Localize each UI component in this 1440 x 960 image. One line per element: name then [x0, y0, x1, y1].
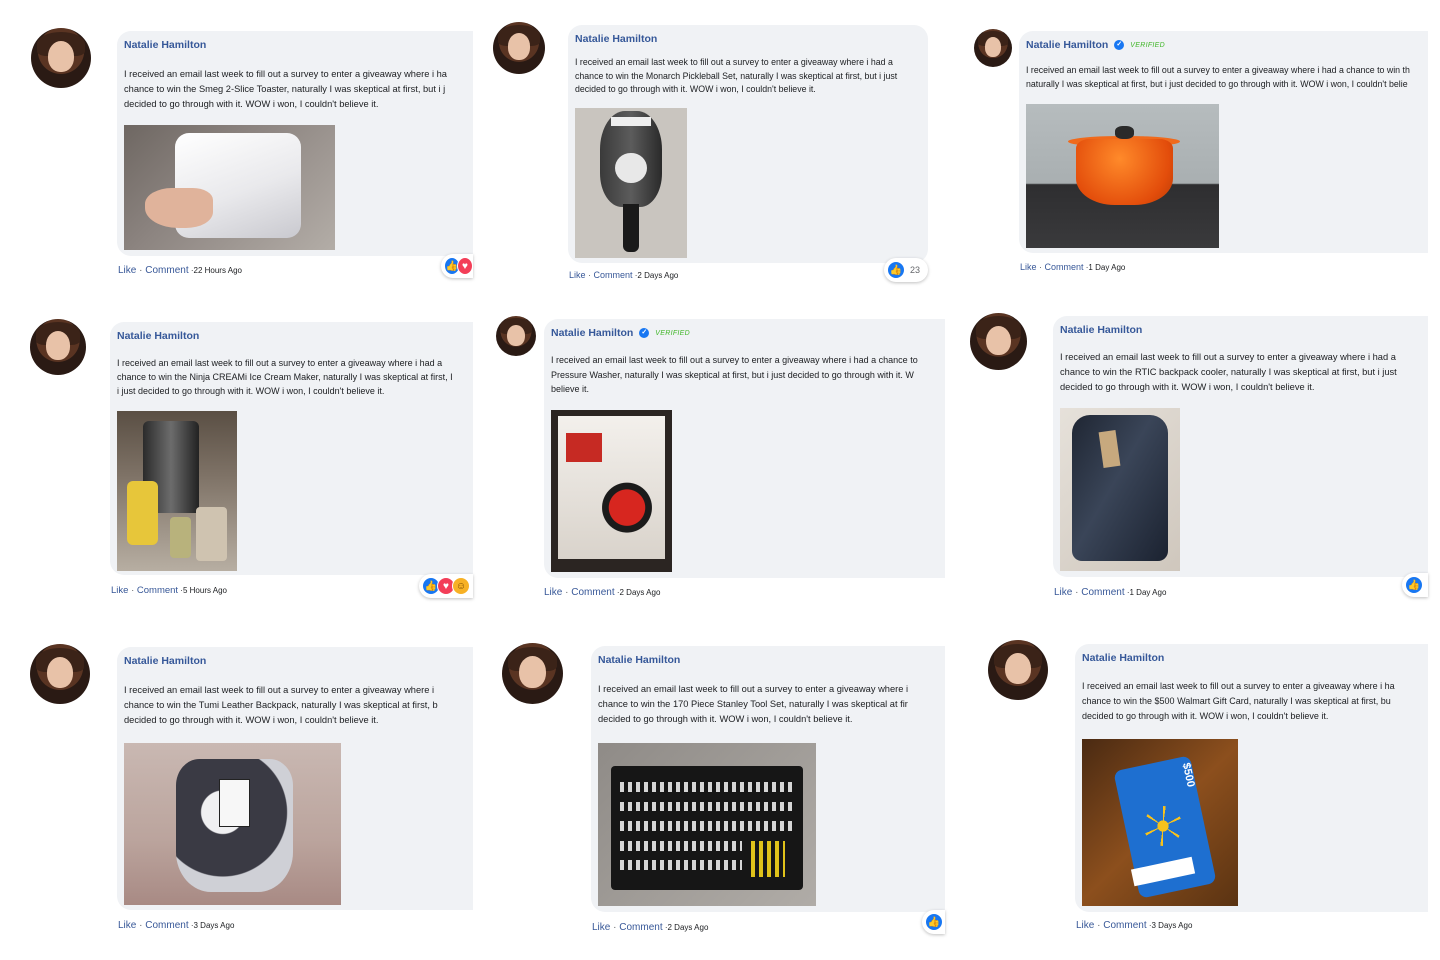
- like-link[interactable]: Like: [569, 270, 586, 280]
- timestamp[interactable]: 3 Days Ago: [1152, 921, 1193, 930]
- comment-bubble: Natalie Hamilton I received an email las…: [117, 31, 473, 256]
- verified-check-icon: ✓: [639, 328, 650, 338]
- timestamp[interactable]: 5 Hours Ago: [183, 586, 227, 595]
- avatar[interactable]: [496, 316, 536, 356]
- tool-set-photo[interactable]: [598, 743, 816, 906]
- comment-bubble: Natalie Hamilton ✓ VERIFIED I received a…: [544, 319, 945, 578]
- pickleball-paddle-photo[interactable]: [575, 108, 687, 258]
- author-name[interactable]: Natalie Hamilton: [117, 330, 199, 342]
- comment-text: I received an email last week to fill ou…: [598, 684, 909, 724]
- comment-bubble: Natalie Hamilton I received an email las…: [568, 25, 928, 263]
- comment-actions: Like · Comment ·22 Hours Ago: [118, 265, 242, 276]
- comment-actions: Like · Comment ·2 Days Ago: [569, 270, 679, 280]
- comment-actions: Like · Comment ·1 Day Ago: [1054, 587, 1167, 598]
- comment-link[interactable]: Comment: [145, 920, 188, 931]
- reaction-bar[interactable]: 👍 ♥: [441, 254, 473, 278]
- like-link[interactable]: Like: [544, 587, 562, 598]
- leather-backpack-photo[interactable]: [124, 743, 341, 905]
- timestamp[interactable]: 2 Days Ago: [637, 271, 678, 280]
- timestamp[interactable]: 1 Day Ago: [1130, 588, 1167, 597]
- comment-text: I received an email last week to fill ou…: [575, 57, 898, 94]
- timestamp[interactable]: 2 Days Ago: [668, 923, 709, 932]
- comment-actions: Like · Comment ·3 Days Ago: [1076, 920, 1193, 931]
- comment-link[interactable]: Comment: [594, 270, 633, 280]
- like-link[interactable]: Like: [111, 585, 128, 596]
- reaction-bar[interactable]: 👍 ♥ ☺: [419, 574, 473, 598]
- thumbs-up-icon: 👍: [925, 913, 943, 931]
- avatar[interactable]: [970, 313, 1027, 370]
- author-name[interactable]: Natalie Hamilton: [1060, 324, 1142, 336]
- comment-text: I received an email last week to fill ou…: [1026, 65, 1410, 89]
- author-name[interactable]: Natalie Hamilton: [598, 654, 680, 666]
- comment-link[interactable]: Comment: [1081, 587, 1124, 598]
- comment-bubble: Natalie Hamilton I received an email las…: [1053, 316, 1428, 577]
- backpack-cooler-photo[interactable]: [1060, 408, 1180, 571]
- comment-text: I received an email last week to fill ou…: [551, 355, 918, 394]
- heart-icon: ♥: [457, 257, 473, 275]
- comment-text: I received an email last week to fill ou…: [117, 358, 453, 396]
- reaction-bar[interactable]: 👍: [1402, 573, 1428, 597]
- comment-actions: Like · Comment ·3 Days Ago: [118, 920, 235, 931]
- avatar[interactable]: [493, 22, 545, 74]
- like-link[interactable]: Like: [592, 922, 610, 933]
- laughing-face-icon: ☺: [452, 577, 470, 595]
- comment-bubble: Natalie Hamilton I received an email las…: [1075, 644, 1428, 912]
- like-link[interactable]: Like: [1076, 920, 1094, 931]
- comment-bubble: Natalie Hamilton I received an email las…: [591, 646, 945, 912]
- toaster-photo[interactable]: [124, 125, 335, 250]
- timestamp[interactable]: 3 Days Ago: [194, 921, 235, 930]
- comment-text: I received an email last week to fill ou…: [124, 69, 447, 109]
- avatar[interactable]: [988, 640, 1048, 700]
- reaction-count: 23: [910, 265, 921, 275]
- avatar[interactable]: [30, 644, 90, 704]
- ice-cream-maker-photo[interactable]: [117, 411, 237, 571]
- comment-actions: Like · Comment ·5 Hours Ago: [111, 585, 227, 596]
- verified-label: VERIFIED: [1130, 41, 1165, 49]
- comment-text: I received an email last week to fill ou…: [1082, 681, 1395, 721]
- timestamp[interactable]: 1 Day Ago: [1088, 263, 1125, 272]
- comment-actions: Like · Comment ·2 Days Ago: [544, 587, 661, 598]
- comment-text: I received an email last week to fill ou…: [1060, 352, 1397, 392]
- avatar[interactable]: [974, 29, 1012, 67]
- avatar[interactable]: [30, 319, 86, 375]
- author-name[interactable]: Natalie Hamilton: [1026, 39, 1108, 51]
- avatar[interactable]: [31, 28, 91, 88]
- avatar[interactable]: [502, 643, 563, 704]
- comment-link[interactable]: Comment: [1103, 920, 1146, 931]
- comment-link[interactable]: Comment: [1045, 262, 1084, 272]
- comment-actions: Like · Comment ·1 Day Ago: [1020, 262, 1126, 272]
- like-link[interactable]: Like: [1020, 262, 1037, 272]
- comment-bubble: Natalie Hamilton I received an email las…: [117, 647, 473, 910]
- author-name[interactable]: Natalie Hamilton: [575, 33, 657, 45]
- comment-bubble: Natalie Hamilton I received an email las…: [110, 322, 473, 575]
- pressure-washer-photo[interactable]: [551, 410, 672, 572]
- thumbs-up-icon: 👍: [1405, 576, 1423, 594]
- verified-label: VERIFIED: [655, 329, 690, 337]
- comment-link[interactable]: Comment: [571, 587, 614, 598]
- dutch-oven-photo[interactable]: [1026, 104, 1219, 248]
- comment-link[interactable]: Comment: [619, 922, 662, 933]
- comment-link[interactable]: Comment: [145, 265, 188, 276]
- comment-text: I received an email last week to fill ou…: [124, 685, 438, 725]
- reaction-bar[interactable]: 👍 23: [884, 258, 928, 282]
- author-name[interactable]: Natalie Hamilton: [124, 39, 206, 51]
- like-link[interactable]: Like: [1054, 587, 1072, 598]
- thumbs-up-icon: 👍: [887, 261, 905, 279]
- comment-bubble: Natalie Hamilton ✓ VERIFIED I received a…: [1019, 31, 1428, 253]
- reaction-bar[interactable]: 👍: [922, 910, 945, 934]
- author-name[interactable]: Natalie Hamilton: [1082, 652, 1164, 664]
- author-name[interactable]: Natalie Hamilton: [551, 327, 633, 339]
- gift-card-photo[interactable]: $500: [1082, 739, 1238, 906]
- timestamp[interactable]: 22 Hours Ago: [194, 266, 242, 275]
- verified-check-icon: ✓: [1114, 40, 1125, 50]
- like-link[interactable]: Like: [118, 920, 136, 931]
- comment-actions: Like · Comment ·2 Days Ago: [592, 922, 709, 933]
- comment-link[interactable]: Comment: [137, 585, 178, 596]
- like-link[interactable]: Like: [118, 265, 136, 276]
- timestamp[interactable]: 2 Days Ago: [620, 588, 661, 597]
- author-name[interactable]: Natalie Hamilton: [124, 655, 206, 667]
